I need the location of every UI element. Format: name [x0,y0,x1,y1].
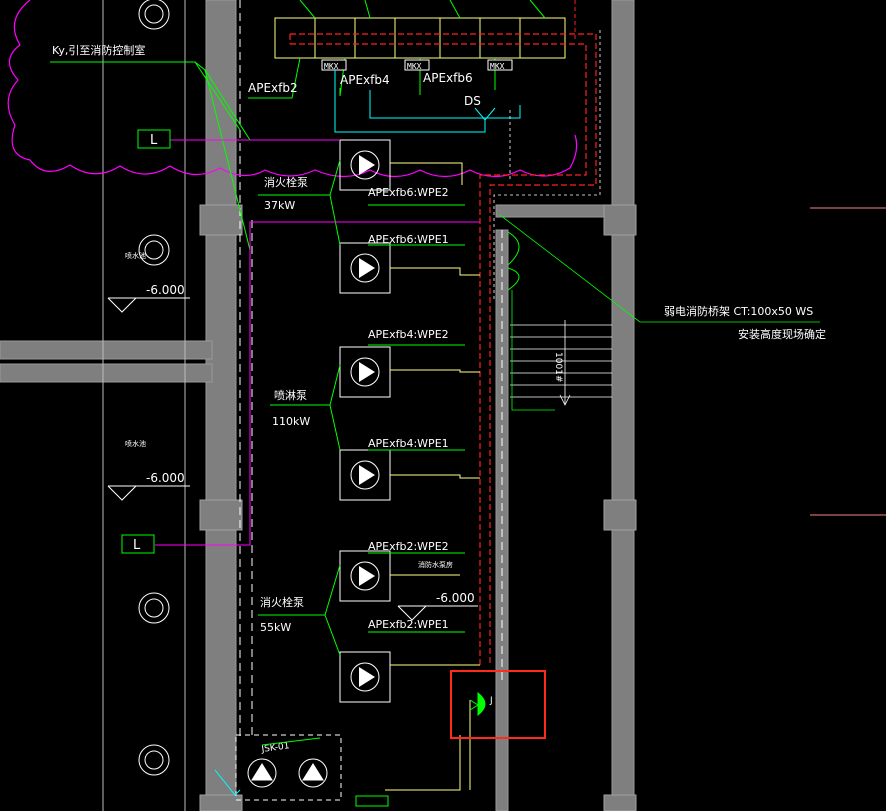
circuit-wpe2-fb4: APExfb4:WPE2 [368,328,449,341]
wall-top-right-vertical [611,0,635,206]
cabinet-apexfb4: APExfb4 [340,73,390,87]
column-6 [603,794,637,811]
cad-drawing-canvas: MKX MKX MKX 1001# L L -6.000 -6.000 -6.0… [0,0,886,811]
pump-power-55: 55kW [260,621,291,634]
column-4 [603,499,637,531]
ds-label: DS [464,94,481,108]
svg-text:L: L [133,538,141,553]
background [0,0,886,811]
tray-note: 弱电消防桥架 CT:100x50 WS [664,304,813,318]
pump-label-hydrant-top: 消火栓泵 [264,175,308,189]
cabinet-apexfb6: APExfb6 [423,71,473,85]
circuit-wpe2-fb6: APExfb6:WPE2 [368,186,449,199]
circuit-wpe1-fb6: APExfb6:WPE1 [368,233,449,246]
svg-text:L: L [150,133,158,148]
mkx-label-2: MKX [407,62,422,71]
pool-label-1: 喷水池 [125,251,146,260]
pool-label-2: 喷水池 [125,439,146,448]
column-1 [199,204,243,236]
cabinet-apexfb2: APExfb2 [248,81,298,95]
l-tag-top: L [137,129,171,149]
j-symbol-label: J [489,696,493,706]
column-2 [199,499,243,531]
column-3 [603,204,637,236]
wall-left-stub-1 [0,340,213,360]
level-2: -6.000 [146,471,185,485]
pump-power-110: 110kW [272,415,310,428]
wall-left-stub-2 [0,363,213,383]
circuit-wpe2-fb2: APExfb2:WPE2 [368,540,449,553]
circuit-wpe1-fb2: APExfb2:WPE1 [368,618,449,631]
room-small-label: 消防水泵房 [418,560,453,569]
l-tag-bottom: L [121,534,155,554]
tray-note-2: 安装高度现场确定 [738,327,826,341]
stair-dimension: 1001# [553,352,563,382]
level-1: -6.000 [146,283,185,297]
mkx-label-3: MKX [490,62,505,71]
pump-label-hydrant-bottom: 消火栓泵 [260,595,304,609]
wall-left-vertical [205,0,237,811]
pump-power-37: 37kW [264,199,295,212]
mkx-label-1: MKX [324,62,339,71]
level-3: -6.000 [436,591,475,605]
circuit-wpe1-fb4: APExfb4:WPE1 [368,437,449,450]
ky-note: Ky,引至消防控制室 [52,43,145,57]
column-5 [199,794,243,811]
pump-label-sprinkler: 喷淋泵 [274,389,307,402]
